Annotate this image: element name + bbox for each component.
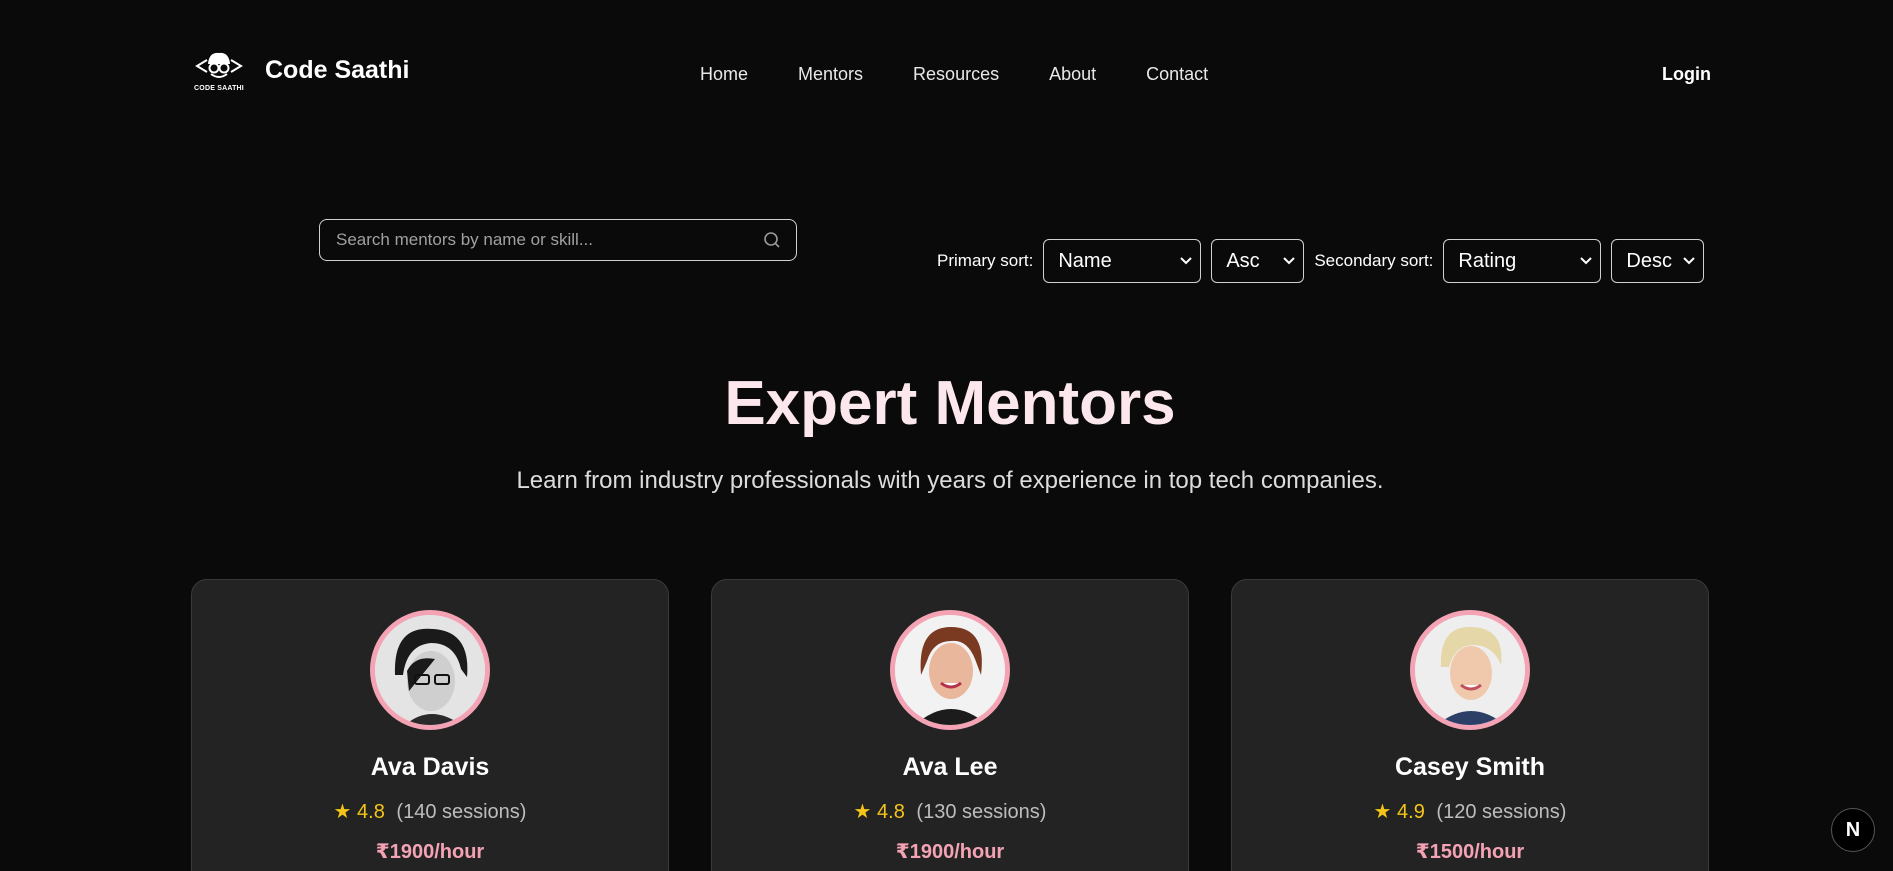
mentor-avatar [1410, 610, 1530, 730]
mentor-rating-value: 4.8 [357, 801, 385, 823]
brand-name: Code Saathi [265, 55, 410, 84]
mentor-rating-value: 4.8 [877, 801, 905, 823]
mentor-sessions: (140 sessions) [396, 801, 527, 823]
mentor-price: ₹1900/hour [375, 841, 485, 863]
mentor-name: Ava Lee [902, 753, 998, 781]
search-box [319, 219, 797, 261]
nav-resources[interactable]: Resources [913, 64, 999, 85]
secondary-sort-field-value: Rating [1458, 249, 1517, 272]
mentor-name: Casey Smith [1394, 753, 1546, 781]
chevron-down-icon [1580, 257, 1593, 265]
primary-sort-label: Primary sort: [937, 251, 1034, 270]
main-nav: Home Mentors Resources About Contact [700, 64, 1208, 85]
nav-about[interactable]: About [1049, 64, 1096, 85]
page-subtitle: Learn from industry professionals with y… [516, 467, 1384, 494]
star-icon: ★ [853, 801, 872, 823]
secondary-sort-order-select[interactable]: Desc [1611, 239, 1705, 283]
nav-contact[interactable]: Contact [1146, 64, 1208, 85]
primary-sort-field-value: Name [1058, 249, 1112, 272]
mentor-price: ₹1900/hour [895, 841, 1005, 863]
page: CODE SAATHI Code Saathi Home Mentors Res… [0, 0, 1893, 871]
logo-icon: CODE SAATHI [189, 50, 249, 92]
mentor-sessions: (130 sessions) [916, 801, 1047, 823]
mentor-rating: ★ 4.8 (130 sessions) [712, 799, 1188, 824]
secondary-sort-label: Secondary sort: [1314, 251, 1434, 270]
mentor-sessions: (120 sessions) [1436, 801, 1567, 823]
logo[interactable]: CODE SAATHI Code Saathi [189, 50, 410, 92]
sort-controls: Primary sort: Name Asc Secondary sort: R… [937, 239, 1705, 283]
search-input[interactable] [334, 229, 762, 251]
page-title: Expert Mentors [724, 369, 1176, 438]
chevron-down-icon [1683, 257, 1696, 265]
mentor-card[interactable]: Ava Lee ★ 4.8 (130 sessions) ₹1900/hour [711, 579, 1189, 871]
mentor-name: Ava Davis [370, 753, 490, 781]
chevron-down-icon [1283, 257, 1296, 265]
mentor-avatar [370, 610, 490, 730]
logo-text: CODE SAATHI [194, 85, 244, 92]
secondary-sort-field-select[interactable]: Rating [1443, 239, 1602, 283]
mentor-price: ₹1500/hour [1415, 841, 1525, 863]
mentor-avatar [890, 610, 1010, 730]
primary-sort-order-select[interactable]: Asc [1211, 239, 1305, 283]
secondary-sort-order-value: Desc [1626, 249, 1672, 272]
primary-sort-field-select[interactable]: Name [1043, 239, 1202, 283]
star-icon: ★ [333, 801, 352, 823]
mentor-rating: ★ 4.9 (120 sessions) [1232, 799, 1708, 824]
mentor-card[interactable]: Ava Davis ★ 4.8 (140 sessions) ₹1900/hou… [191, 579, 669, 871]
search-icon[interactable] [762, 230, 782, 250]
mentor-rating-value: 4.9 [1397, 801, 1425, 823]
star-icon: ★ [1373, 801, 1392, 823]
primary-sort-order-value: Asc [1226, 249, 1260, 272]
login-link[interactable]: Login [1662, 64, 1711, 85]
nav-mentors[interactable]: Mentors [798, 64, 863, 85]
mentor-rating: ★ 4.8 (140 sessions) [192, 799, 668, 824]
mentor-card[interactable]: Casey Smith ★ 4.9 (120 sessions) ₹1500/h… [1231, 579, 1709, 871]
nav-home[interactable]: Home [700, 64, 748, 85]
dev-tools-badge[interactable]: N [1831, 808, 1875, 852]
chevron-down-icon [1180, 257, 1193, 265]
